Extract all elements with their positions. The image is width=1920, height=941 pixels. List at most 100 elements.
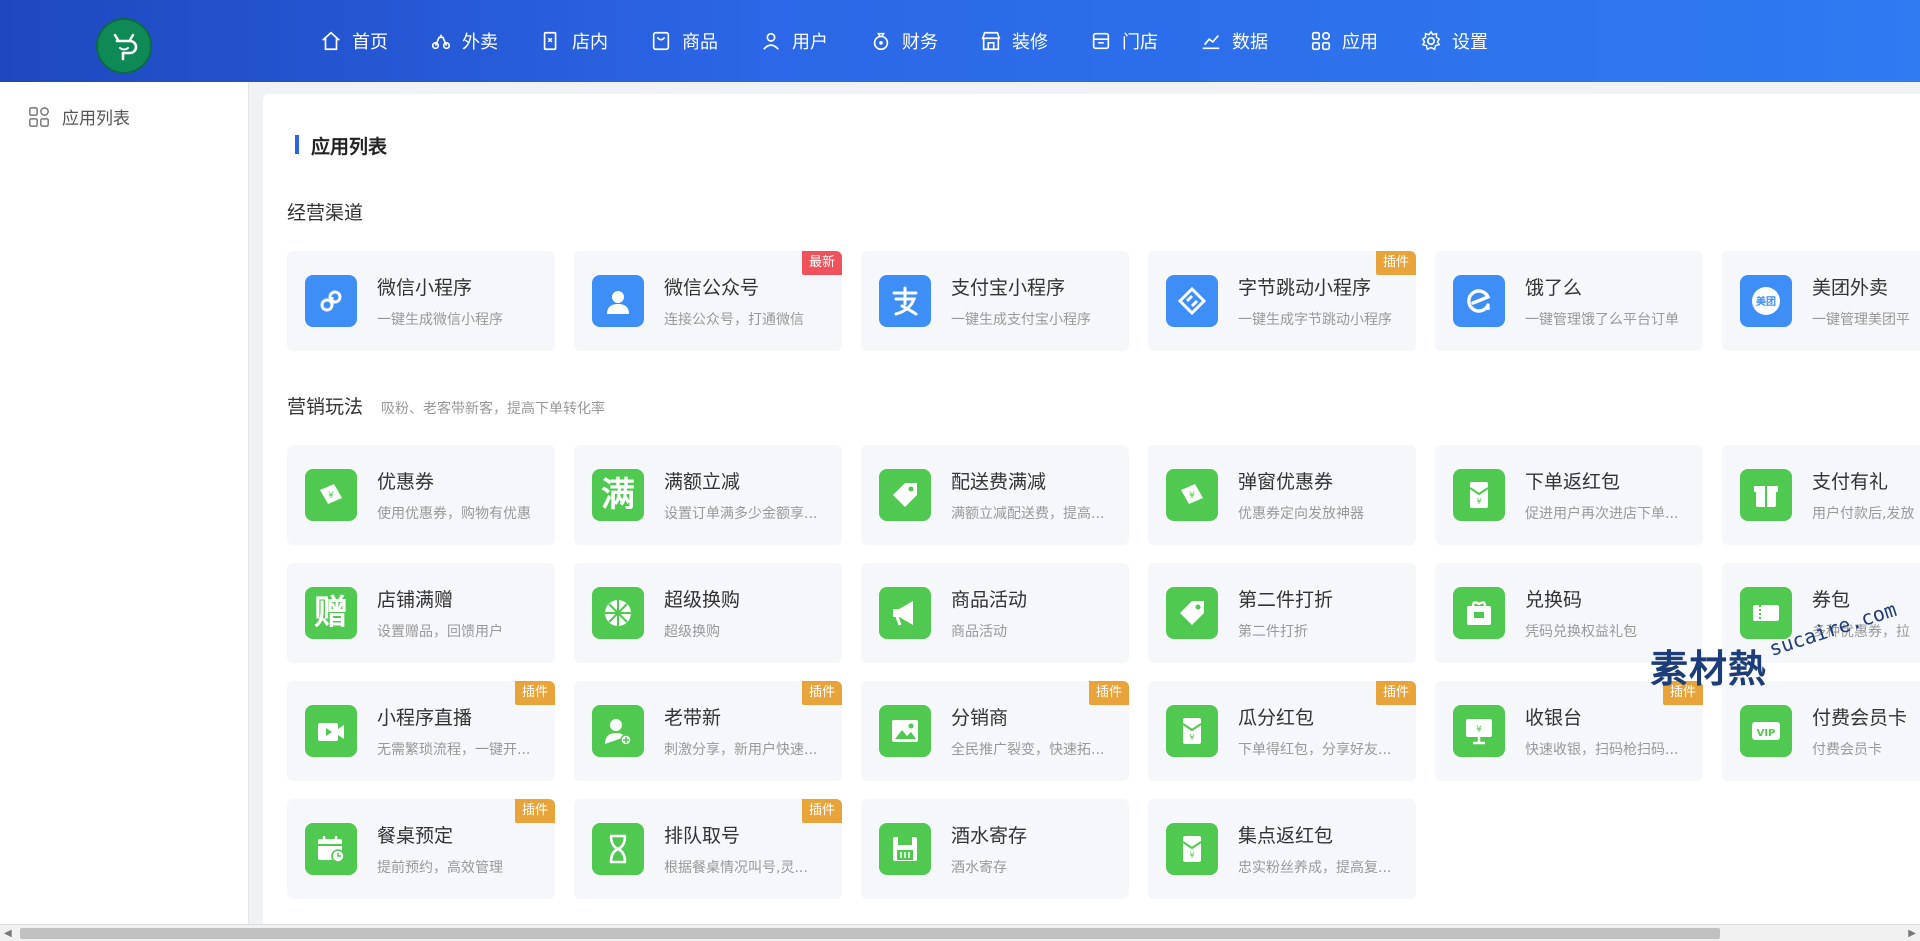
app-card[interactable]: 微信小程序一键生成微信小程序	[287, 251, 555, 351]
nav-item-0[interactable]: 首页	[320, 0, 388, 82]
hourglass-icon	[592, 823, 644, 875]
main-nav: 首页 外卖 店内 商品 用户 财务 装修 门店 数据 应用 设置	[320, 0, 1530, 82]
app-card[interactable]: 餐桌预定 提前预约，高效管理 插件	[287, 799, 555, 899]
app-name: 饿了么	[1525, 277, 1583, 299]
app-card[interactable]: 小程序直播 无需繁琐流程，一键开... 插件	[287, 681, 555, 781]
live-video-icon	[305, 705, 357, 757]
nav-item-4[interactable]: 用户	[760, 0, 828, 82]
app-desc: 一键管理美团平	[1812, 312, 1910, 328]
logo[interactable]	[96, 18, 152, 74]
scrollbar-thumb[interactable]	[20, 928, 1720, 939]
app-card[interactable]: 微信公众号 连接公众号，打通微信 最新	[574, 251, 842, 351]
app-card[interactable]: 支付有礼 用户付款后,发放	[1722, 445, 1920, 545]
svg-text:美团: 美团	[1756, 295, 1776, 308]
nav-item-7[interactable]: 门店	[1090, 0, 1158, 82]
nav-item-9[interactable]: 应用	[1310, 0, 1378, 82]
nav-item-1[interactable]: 外卖	[430, 0, 498, 82]
app-card[interactable]: ¥ 收银台 快速收银，扫码枪扫码... 插件	[1435, 681, 1703, 781]
app-card[interactable]: 第二件打折 第二件打折	[1148, 563, 1416, 663]
nav-item-2[interactable]: 店内	[540, 0, 608, 82]
watermark-text: 素材熱	[1650, 647, 1768, 691]
sidebar-item-label: 应用列表	[62, 109, 130, 129]
app-desc: 满额立减配送费，提高...	[951, 506, 1105, 522]
app-card[interactable]: 字节跳动小程序 一键生成字节跳动小程序 插件	[1148, 251, 1416, 351]
split-envelope-icon: ¥	[1166, 705, 1218, 757]
app-name: 微信小程序	[377, 277, 473, 299]
image-icon	[879, 705, 931, 757]
app-card[interactable]: 酒水寄存 酒水寄存	[861, 799, 1129, 899]
coupon-icon: ¥	[305, 469, 357, 521]
product-icon	[652, 31, 670, 51]
app-card[interactable]: 分销商全民推广裂变，快速拓... 插件	[861, 681, 1129, 781]
app-card[interactable]: 配送费满减 满额立减配送费，提高...	[861, 445, 1129, 545]
horizontal-scrollbar[interactable]: ◀ ▶	[0, 924, 1920, 941]
app-badge: 插件	[1375, 681, 1416, 705]
app-desc: 全民推广裂变，快速拓...	[951, 742, 1105, 758]
app-desc: 一键管理饿了么平台订单	[1525, 312, 1679, 328]
nav-item-10[interactable]: 设置	[1420, 0, 1488, 82]
gift-text-icon: 赠	[305, 587, 357, 639]
app-card[interactable]: 美团 美团外卖一键管理美团平	[1722, 251, 1920, 351]
nav-item-label: 店内	[572, 32, 608, 53]
nav-item-6[interactable]: 装修	[980, 0, 1048, 82]
price-tag-icon	[1166, 587, 1218, 639]
wheel-icon	[592, 587, 644, 639]
app-card[interactable]: 排队取号 根据餐桌情况叫号,灵... 插件	[574, 799, 842, 899]
app-card[interactable]: 老带新 刺激分享，新用户快速... 插件	[574, 681, 842, 781]
app-desc: 优惠券定向发放神器	[1238, 506, 1364, 522]
app-card[interactable]: VIP 付费会员卡 付费会员卡	[1722, 681, 1920, 781]
app-name: 餐桌预定	[377, 825, 454, 847]
app-name: 优惠券	[377, 471, 435, 493]
sidebar-item-app-list[interactable]: 应用列表	[28, 104, 130, 129]
app-card[interactable]: ¥ 下单返红包 促进用户再次进店下单...	[1435, 445, 1703, 545]
app-card[interactable]: 赠店铺满赠 设置赠品，回馈用户	[287, 563, 555, 663]
nav-item-3[interactable]: 商品	[650, 0, 718, 82]
app-desc: 一键生成支付宝小程序	[951, 312, 1091, 328]
svg-text:¥: ¥	[1189, 851, 1194, 860]
vip-card-icon: VIP	[1740, 705, 1792, 757]
nav-item-5[interactable]: 财务	[870, 0, 938, 82]
app-name: 集点返红包	[1238, 825, 1334, 847]
app-desc: 设置赠品，回馈用户	[377, 624, 503, 640]
app-desc: 商品活动	[951, 624, 1007, 640]
app-desc: 无需繁琐流程，一键开...	[377, 742, 531, 758]
nav-item-label: 数据	[1232, 32, 1268, 53]
app-card[interactable]: ¥ 优惠券 使用优惠券，购物有优惠	[287, 445, 555, 545]
app-card[interactable]: 饿了么一键管理饿了么平台订单	[1435, 251, 1703, 351]
app-card[interactable]: ¥ 集点返红包 忠实粉丝养成，提高复...	[1148, 799, 1416, 899]
main-content: 应用列表 经营渠道 微信小程序 一键生成微信小程序 微信公众号 连接公众号，打通微信 最…	[263, 94, 1920, 929]
svg-text:¥: ¥	[1189, 491, 1195, 501]
app-card[interactable]: ¥ 瓜分红包 下单得红包，分享好友... 插件	[1148, 681, 1416, 781]
app-desc: 根据餐桌情况叫号,灵...	[664, 860, 808, 876]
app-card[interactable]: 超级换购 超级换购	[574, 563, 842, 663]
app-name: 分销商	[951, 707, 1009, 729]
app-name: 美团外卖	[1812, 277, 1889, 299]
section-title-channels: 经营渠道	[287, 198, 363, 225]
app-card[interactable]: 商品活动 商品活动	[861, 563, 1129, 663]
app-name: 支付有礼	[1812, 471, 1889, 493]
scroll-right-icon[interactable]: ▶	[1908, 928, 1916, 939]
app-badge: 最新	[801, 251, 842, 275]
app-name: 老带新	[664, 707, 722, 729]
app-name: 支付宝小程序	[951, 277, 1066, 299]
app-card[interactable]: 支付宝小程序一键生成支付宝小程序	[861, 251, 1129, 351]
nav-item-label: 首页	[352, 32, 388, 53]
red-envelope-icon: ¥	[1453, 469, 1505, 521]
nav-item-label: 外卖	[462, 32, 498, 53]
app-desc: 一键生成微信小程序	[377, 312, 503, 328]
app-badge: 插件	[1088, 681, 1129, 705]
nav-item-8[interactable]: 数据	[1200, 0, 1268, 82]
app-badge: 插件	[801, 799, 842, 823]
scroll-left-icon[interactable]: ◀	[4, 928, 12, 939]
app-card[interactable]: ¥ 弹窗优惠券 优惠券定向发放神器	[1148, 445, 1416, 545]
app-name: 满额立减	[664, 471, 741, 493]
app-name: 兑换码	[1525, 589, 1583, 611]
home-icon	[322, 31, 340, 51]
svg-text:¥: ¥	[1476, 497, 1481, 506]
nav-item-label: 商品	[682, 32, 718, 53]
app-card[interactable]: 满满额立减 设置订单满多少金额享...	[574, 445, 842, 545]
app-desc: 刺激分享，新用户快速...	[664, 742, 818, 758]
app-name: 收银台	[1525, 707, 1583, 729]
logo-icon	[113, 33, 138, 61]
decoration-icon	[981, 31, 1001, 51]
